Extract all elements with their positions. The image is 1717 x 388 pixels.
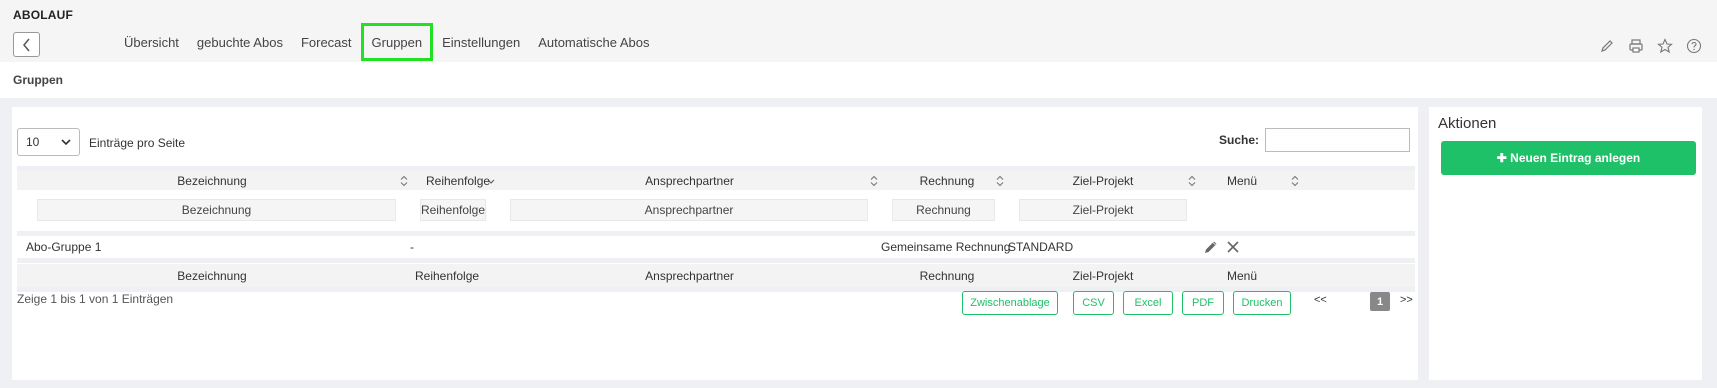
column-header-reihenfolge[interactable]: Reihenfolge xyxy=(426,171,490,190)
footer-ansprechpartner: Ansprechpartner xyxy=(645,268,734,283)
tab-forecast[interactable]: Forecast xyxy=(292,23,361,61)
filter-bezeichnung[interactable]: Bezeichnung xyxy=(37,199,396,221)
page-title: Gruppen xyxy=(13,73,63,87)
tab-gruppen[interactable]: Gruppen xyxy=(360,23,434,61)
cell-rechnung: Gemeinsame Rechnung xyxy=(881,240,1011,254)
footer-reihenfolge: Reihenfolge xyxy=(415,268,480,283)
sort-icon[interactable] xyxy=(870,171,878,190)
cell-reihenfolge: - xyxy=(410,240,414,254)
cell-ziel-projekt: STANDARD xyxy=(1008,240,1074,254)
footer-bezeichnung: Bezeichnung xyxy=(177,268,247,283)
table-panel: 10 Einträge pro Seite Suche: Bezeichnung… xyxy=(12,107,1418,380)
footer-menu: Menü xyxy=(1226,268,1258,283)
sort-icon[interactable] xyxy=(996,171,1004,190)
table-header: Bezeichnung Reihenfolge Ansprechpartner … xyxy=(17,166,1415,190)
filter-rechnung[interactable]: Rechnung xyxy=(892,199,995,221)
tab-bar: Übersicht gebuchte Abos Forecast Gruppen… xyxy=(115,23,658,61)
actions-title: Aktionen xyxy=(1438,115,1497,132)
page-length-label: Einträge pro Seite xyxy=(89,136,186,150)
footer-ziel-projekt: Ziel-Projekt xyxy=(1072,268,1134,283)
new-entry-button[interactable]: ✚ Neuen Eintrag anlegen xyxy=(1441,141,1696,175)
column-header-ziel-projekt[interactable]: Ziel-Projekt xyxy=(1027,171,1179,190)
table-footer: Bezeichnung Reihenfolge Ansprechpartner … xyxy=(17,264,1415,292)
chevron-left-icon xyxy=(22,38,30,51)
search-input[interactable] xyxy=(1265,128,1410,152)
tab-automatische-abos[interactable]: Automatische Abos xyxy=(529,23,658,61)
help-icon[interactable] xyxy=(1685,37,1702,54)
footer-rechnung: Rechnung xyxy=(919,268,975,283)
pagination-prev[interactable]: << xyxy=(1314,294,1327,306)
pagination-current[interactable]: 1 xyxy=(1370,292,1390,311)
pagination-next[interactable]: >> xyxy=(1400,294,1413,306)
chevron-down-icon xyxy=(61,139,71,146)
sort-icon[interactable] xyxy=(1188,171,1196,190)
tab-gebuchte-abos[interactable]: gebuchte Abos xyxy=(188,23,292,61)
column-header-rechnung[interactable]: Rechnung xyxy=(897,171,997,190)
cell-bezeichnung: Abo-Gruppe 1 xyxy=(26,240,102,254)
printer-icon[interactable] xyxy=(1627,37,1644,54)
table-info: Zeige 1 bis 1 von 1 Einträgen xyxy=(17,292,174,306)
edit-icon[interactable] xyxy=(1203,236,1219,258)
filter-ziel-projekt[interactable]: Ziel-Projekt xyxy=(1019,199,1187,221)
column-header-menu[interactable]: Menü xyxy=(1207,171,1277,190)
search-label: Suche: xyxy=(1219,133,1260,147)
table-row: Abo-Gruppe 1 - Gemeinsame Rechnung STAND… xyxy=(17,231,1415,263)
delete-icon[interactable] xyxy=(1226,236,1240,258)
sort-icon[interactable] xyxy=(1291,171,1299,190)
print-button[interactable]: Drucken xyxy=(1233,291,1291,315)
csv-button[interactable]: CSV xyxy=(1073,291,1114,315)
toolbar-icons xyxy=(1598,37,1702,54)
sort-icon[interactable] xyxy=(400,171,408,190)
clipboard-button[interactable]: Zwischenablage xyxy=(962,291,1058,315)
excel-button[interactable]: Excel xyxy=(1123,291,1173,315)
column-header-ansprechpartner[interactable]: Ansprechpartner xyxy=(517,171,862,190)
pencil-icon[interactable] xyxy=(1598,37,1615,54)
filter-row: Bezeichnung Reihenfolge Ansprechpartner … xyxy=(17,195,1415,227)
actions-panel: Aktionen ✚ Neuen Eintrag anlegen xyxy=(1429,107,1702,380)
sub-header: Gruppen xyxy=(0,62,1717,98)
star-icon[interactable] xyxy=(1656,37,1673,54)
pdf-button[interactable]: PDF xyxy=(1182,291,1224,315)
column-header-bezeichnung[interactable]: Bezeichnung xyxy=(17,171,407,190)
tab-uebersicht[interactable]: Übersicht xyxy=(115,23,188,61)
filter-reihenfolge[interactable]: Reihenfolge xyxy=(420,199,486,221)
tab-einstellungen[interactable]: Einstellungen xyxy=(433,23,529,61)
app-title: ABOLAUF xyxy=(13,8,74,22)
page-length-select[interactable]: 10 xyxy=(17,128,80,156)
top-bar: ABOLAUF Übersicht gebuchte Abos Forecast… xyxy=(0,0,1717,62)
sort-desc-icon[interactable] xyxy=(487,171,495,190)
page-length-value: 10 xyxy=(26,135,40,149)
filter-ansprechpartner[interactable]: Ansprechpartner xyxy=(510,199,868,221)
back-button[interactable] xyxy=(13,32,40,57)
